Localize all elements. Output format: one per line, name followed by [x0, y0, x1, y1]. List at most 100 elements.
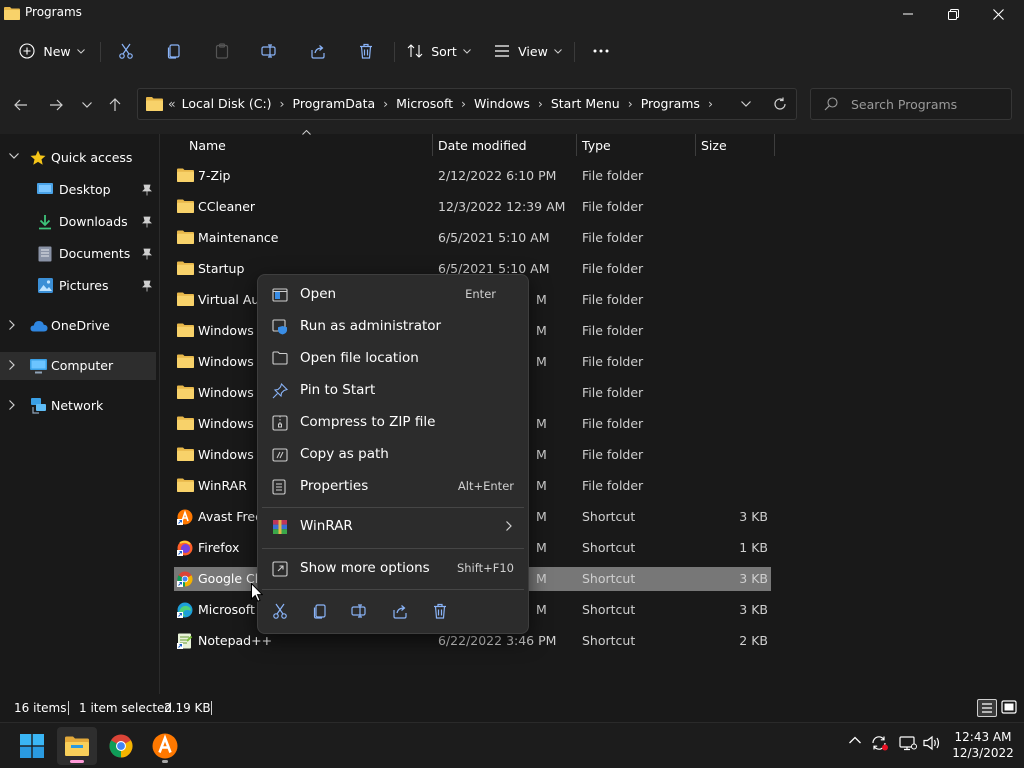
chevron-down-icon[interactable] [9, 153, 19, 159]
sort-label: Sort [431, 43, 457, 59]
cut-button[interactable] [268, 599, 292, 623]
crumb-chevron-icon[interactable]: › [383, 96, 388, 111]
crumb-programs[interactable]: Programs [641, 96, 700, 111]
chevron-right-icon[interactable] [9, 360, 15, 370]
back-button[interactable] [7, 91, 35, 119]
crumb-windows[interactable]: Windows [474, 96, 530, 111]
overflow-chevron-icon[interactable]: « [168, 96, 176, 111]
chevron-right-icon[interactable] [9, 400, 15, 410]
volume-icon[interactable] [923, 735, 941, 751]
sync-icon[interactable] [871, 735, 889, 751]
delete-button[interactable] [352, 36, 380, 66]
taskbar-file-explorer[interactable] [57, 727, 97, 765]
paste-button[interactable] [208, 36, 236, 66]
address-bar[interactable]: « Local Disk (C:) › ProgramData › Micros… [137, 88, 797, 120]
file-row[interactable]: Maintenance 6/5/2021 5:10 AM File folder [174, 226, 771, 250]
column-divider[interactable] [774, 134, 775, 156]
restore-button[interactable] [930, 0, 976, 28]
view-button[interactable]: View [492, 36, 564, 66]
menu-item-run-as-admin[interactable]: Run as administrator [262, 312, 524, 342]
share-button[interactable] [304, 36, 332, 66]
crumb-chevron-icon[interactable]: › [708, 96, 713, 111]
system-clock[interactable]: 12:43 AM 12/3/2022 [948, 729, 1018, 761]
nav-documents[interactable]: Documents [0, 240, 156, 268]
close-button[interactable] [975, 0, 1021, 28]
computer-icon [30, 359, 47, 374]
rename-button[interactable] [256, 36, 284, 66]
search-box[interactable]: Search Programs [810, 88, 1012, 120]
file-row[interactable]: 7-Zip 2/12/2022 6:10 PM File folder [174, 164, 771, 188]
crumb-microsoft[interactable]: Microsoft [396, 96, 453, 111]
details-view-icon[interactable] [977, 699, 997, 717]
selection-size: 2.19 KB [164, 701, 211, 715]
file-type: File folder [582, 168, 644, 183]
crumb-chevron-icon[interactable]: › [280, 96, 285, 111]
nav-downloads[interactable]: Downloads [0, 208, 156, 236]
forward-button[interactable] [42, 91, 70, 119]
share-button[interactable] [388, 599, 412, 623]
crumb-chevron-icon[interactable]: › [538, 96, 543, 111]
menu-item-copy-as-path[interactable]: Copy as path [262, 440, 524, 470]
folder-icon [177, 416, 194, 430]
chevron-down-icon [553, 48, 562, 54]
sort-ascending-icon [302, 130, 311, 135]
file-name: Windows P [198, 385, 266, 400]
recent-locations-button[interactable] [73, 91, 101, 119]
sort-button[interactable]: Sort [404, 36, 474, 66]
file-explorer-icon [65, 736, 89, 756]
expand-icon [272, 561, 288, 577]
nav-network[interactable]: Network [0, 392, 156, 420]
nav-quick-access[interactable]: Quick access [0, 144, 156, 172]
address-history-chevron-icon[interactable] [741, 101, 751, 107]
avast-icon [152, 733, 178, 759]
file-row[interactable]: CCleaner 12/3/2022 12:39 AM File folder [174, 195, 771, 219]
menu-item-winrar[interactable]: WinRAR [262, 512, 524, 542]
taskbar: 12:43 AM 12/3/2022 [0, 722, 1024, 768]
cut-button[interactable] [112, 36, 140, 66]
rename-button[interactable] [348, 599, 372, 623]
refresh-icon[interactable] [773, 97, 787, 111]
copy-button[interactable] [308, 599, 332, 623]
column-header-type[interactable]: Type [577, 134, 695, 156]
crumb-start-menu[interactable]: Start Menu [551, 96, 620, 111]
arrow-up-icon [109, 98, 121, 112]
minimize-button[interactable] [885, 0, 931, 28]
copy-button[interactable] [160, 36, 188, 66]
start-button[interactable] [12, 727, 52, 765]
crumb-chevron-icon[interactable]: › [461, 96, 466, 111]
column-header-size[interactable]: Size [696, 134, 774, 156]
menu-item-pin-to-start[interactable]: Pin to Start [262, 376, 524, 406]
crumb-chevron-icon[interactable]: › [628, 96, 633, 111]
column-header-name[interactable]: Name [184, 130, 434, 156]
menu-item-show-more-options[interactable]: Show more options Shift+F10 [262, 554, 524, 584]
item-count: 16 items [14, 701, 67, 715]
nav-label: Quick access [51, 150, 133, 165]
nav-desktop[interactable]: Desktop [0, 176, 156, 204]
crumb-programdata[interactable]: ProgramData [293, 96, 376, 111]
new-button[interactable]: New [14, 36, 90, 66]
display-icon[interactable] [899, 735, 917, 751]
see-more-button[interactable] [586, 36, 616, 66]
nav-label: Computer [51, 358, 114, 373]
file-type: Shortcut [582, 540, 636, 555]
taskbar-avast[interactable] [145, 727, 185, 765]
column-header-date[interactable]: Date modified [433, 134, 575, 156]
menu-item-properties[interactable]: Properties Alt+Enter [262, 472, 524, 502]
crumb-local-disk[interactable]: Local Disk (C:) [182, 96, 272, 111]
chevron-right-icon[interactable] [9, 320, 15, 330]
nav-onedrive[interactable]: OneDrive [0, 312, 156, 340]
tiles-view-icon[interactable] [1000, 699, 1018, 715]
edge-icon [177, 602, 193, 618]
nav-pictures[interactable]: Pictures [0, 272, 156, 300]
show-hidden-icons-chevron-icon[interactable] [849, 736, 861, 744]
menu-item-open-file-location[interactable]: Open file location [262, 344, 524, 374]
taskbar-chrome[interactable] [101, 727, 141, 765]
menu-item-compress-zip[interactable]: Compress to ZIP file [262, 408, 524, 438]
nav-computer[interactable]: Computer [0, 352, 156, 380]
delete-button[interactable] [428, 599, 452, 623]
file-date: 12/3/2022 12:39 AM [438, 199, 566, 214]
menu-item-open[interactable]: Open Enter [262, 280, 524, 310]
running-indicator [70, 760, 84, 763]
chevron-down-icon [82, 102, 92, 108]
up-button[interactable] [101, 91, 129, 119]
